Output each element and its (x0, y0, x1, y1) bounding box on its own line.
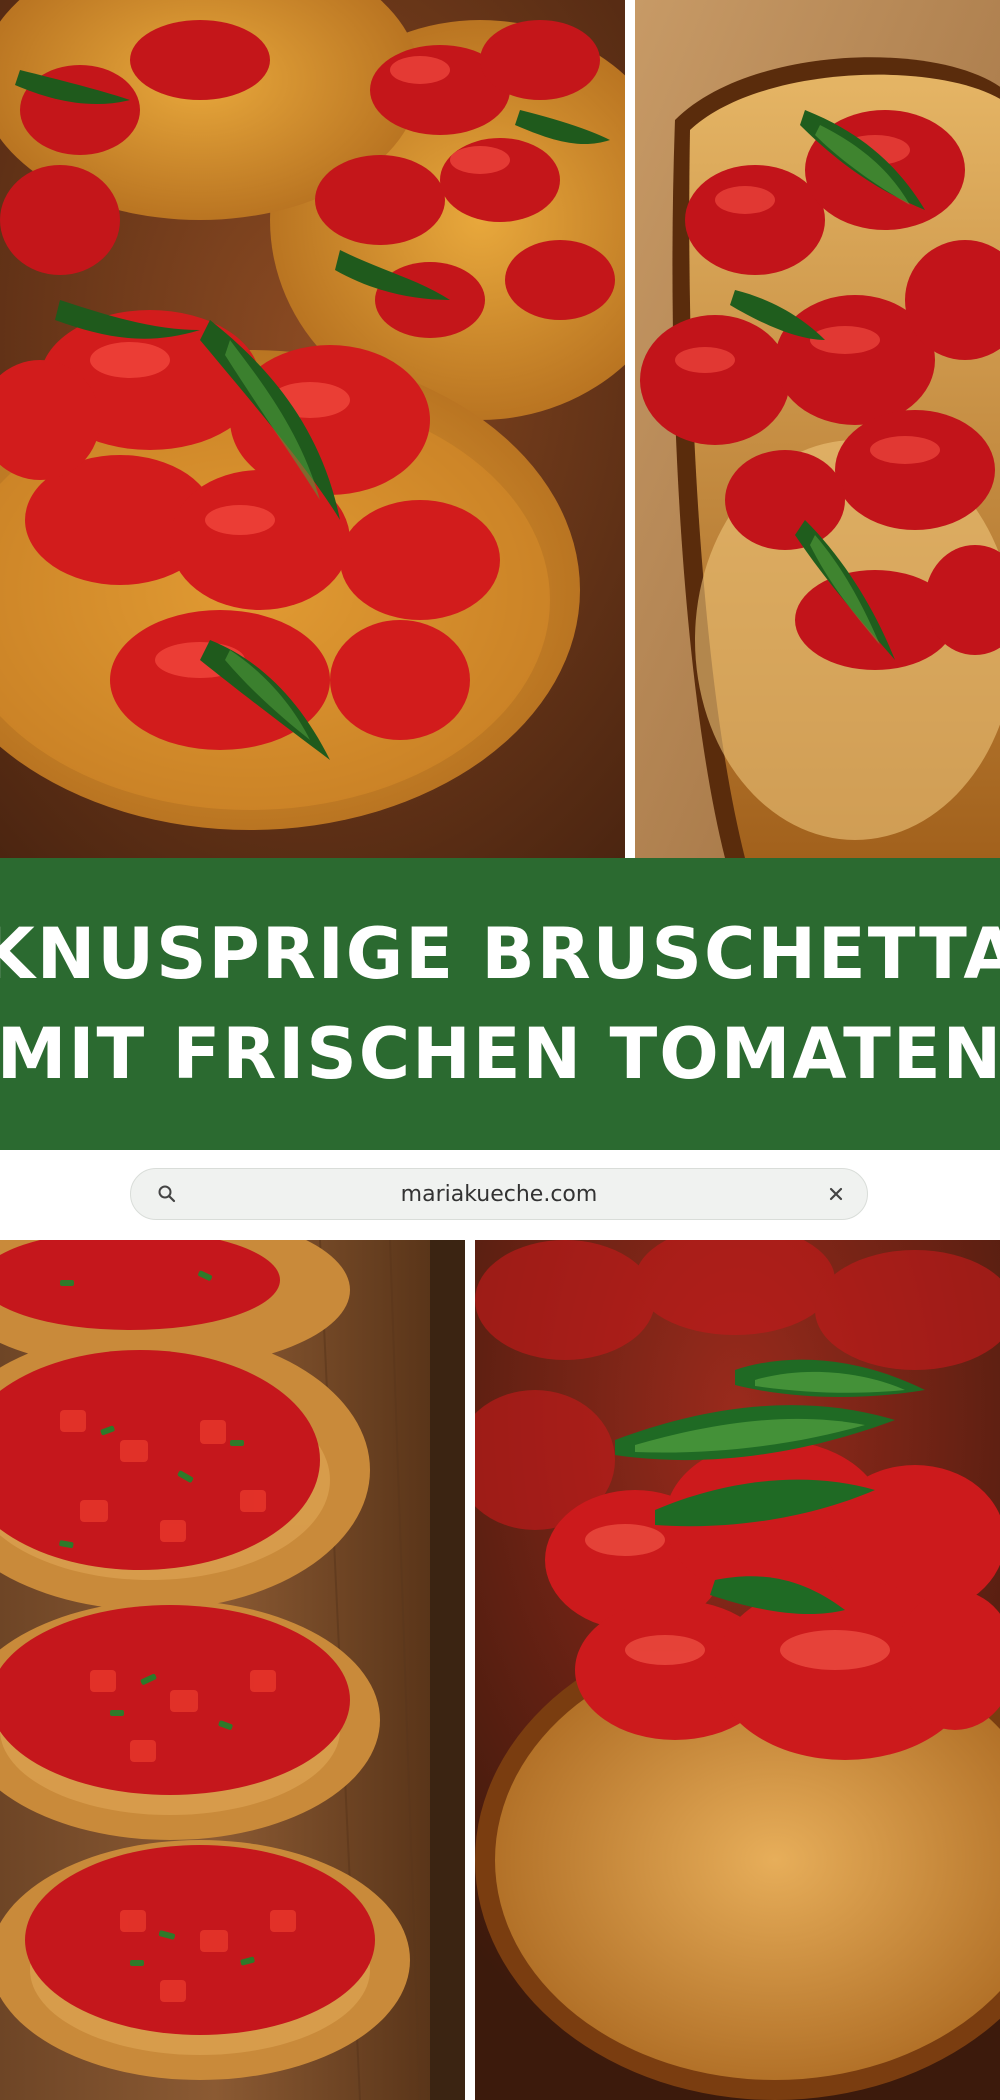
pin-page: KNUSPRIGE BRUSCHETTA MIT FRISCHEN TOMATE… (0, 0, 1000, 2100)
photo-bruschetta-single-slice (635, 0, 1000, 858)
photo-bruschetta-close-up (0, 0, 625, 858)
photo-bruschetta-on-board (0, 1240, 465, 2100)
url-strip: mariakueche.com (0, 1150, 1000, 1240)
title-line-2: MIT FRISCHEN TOMATEN (0, 1013, 1000, 1095)
title-banner: KNUSPRIGE BRUSCHETTA MIT FRISCHEN TOMATE… (0, 858, 1000, 1150)
photo-bruschetta-macro (475, 1240, 1000, 2100)
close-icon[interactable] (825, 1183, 847, 1205)
url-text: mariakueche.com (400, 1182, 598, 1207)
url-bar[interactable]: mariakueche.com (130, 1168, 868, 1220)
title-line-1: KNUSPRIGE BRUSCHETTA (0, 913, 1000, 995)
